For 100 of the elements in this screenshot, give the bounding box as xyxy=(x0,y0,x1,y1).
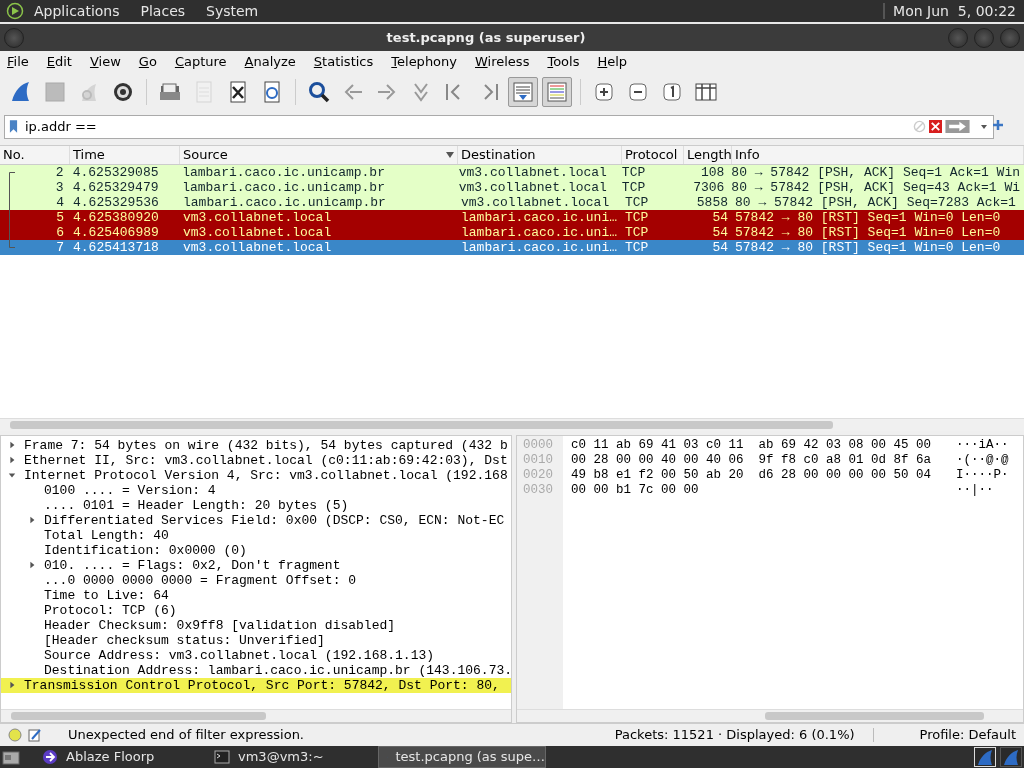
column-header[interactable]: Info xyxy=(732,145,1024,164)
tree-item[interactable]: Total Length: 40 xyxy=(1,527,511,543)
menu-item[interactable]: View xyxy=(87,54,123,70)
bookmark-icon[interactable] xyxy=(9,119,18,135)
stop-icon xyxy=(43,79,67,104)
table-cell-text: 7 xyxy=(55,239,65,255)
table-cell: 4.625380920 xyxy=(73,209,159,225)
menu-item[interactable]: Statistics xyxy=(311,54,376,70)
horizontal-scrollbar[interactable] xyxy=(0,417,1024,431)
column-header[interactable]: Length xyxy=(684,145,732,164)
ascii-bytes: ·(··@·@ xyxy=(956,452,1009,468)
table-cell: TCP xyxy=(625,224,649,240)
tree-item[interactable]: Identification: 0x0000 (0) xyxy=(1,542,511,558)
byte-offset: 0010 xyxy=(523,452,554,468)
table-cell: 80 → 57842 [PSH, ACK] Seq=43 Ack=1 Wi xyxy=(731,179,1020,195)
tree-item[interactable]: .... 0101 = Header Length: 20 bytes (5) xyxy=(1,497,511,513)
table-cell: lambari.caco.ic.unicamp.br xyxy=(183,194,386,210)
table-cell: lambari.caco.ic.uni… xyxy=(461,224,618,240)
hex-bytes: 00 28 00 00 40 00 40 06 9f f8 c0 a8 01 0d 8f 6a xyxy=(571,452,933,468)
expander-icon[interactable] xyxy=(8,681,16,690)
table-cell: 4.625329479 xyxy=(72,179,159,195)
tree-item[interactable]: Internet Protocol Version 4, Src: vm3.collabnet.local (192.168 xyxy=(1,467,511,483)
tree-item[interactable]: Frame 7: 54 bytes on wire (432 bits), 54 bytes captured (432 b xyxy=(1,437,511,453)
panel-menu[interactable]: Places xyxy=(140,3,186,20)
tree-item[interactable]: Protocol: TCP (6) xyxy=(1,602,511,618)
table-cell: 54 xyxy=(712,239,728,255)
table-cell: lambari.caco.ic.unicamp.br xyxy=(182,164,385,180)
column-header[interactable]: Source xyxy=(180,145,458,164)
tree-item[interactable]: [Header checksum status: Unverified] xyxy=(1,632,511,648)
menu-item[interactable]: Telephony xyxy=(389,54,459,70)
hex-bytes: 00 00 b1 7c 00 00 xyxy=(571,482,700,498)
panel-menu[interactable]: System xyxy=(206,3,259,20)
horizontal-scrollbar[interactable] xyxy=(1,708,511,722)
tree-item[interactable]: Destination Address: lambari.caco.ic.unicamp.br (143.106.73. xyxy=(1,662,511,678)
menu-item[interactable]: Edit xyxy=(44,54,74,70)
display-filter-field[interactable]: ip.addr == xyxy=(4,114,994,139)
table-cell: 57842 → 80 [RST] Seq=1 Win=0 Len=0 xyxy=(735,209,1001,225)
tree-item[interactable]: Ethernet II, Src: vm3.collabnet.local (c0:11:ab:69:42:03), Dst xyxy=(1,452,511,468)
column-header[interactable]: Destination xyxy=(458,145,622,164)
table-cell: 80 → 57842 [PSH, ACK] Seq=1 Ack=1 Win xyxy=(731,164,1020,180)
table-cell-text: 4 xyxy=(55,194,65,210)
column-header[interactable]: Protocol xyxy=(622,145,684,164)
column-header[interactable]: Time xyxy=(70,145,180,164)
tree-item[interactable]: Header Checksum: 0x9ff8 [validation disabled] xyxy=(1,617,511,633)
table-cell: 54 xyxy=(712,209,728,225)
add-filter-icon[interactable] xyxy=(992,118,1004,131)
table-cell: 80 → 57842 [PSH, ACK] Seq=7283 Ack=1 xyxy=(735,194,1016,210)
taskbar-button[interactable]: vm3@vm3:~ xyxy=(206,745,374,768)
menu-item[interactable]: Tools xyxy=(545,54,582,70)
table-cell-text: 6 xyxy=(55,224,65,240)
menu-logo-icon[interactable] xyxy=(6,2,24,21)
table-cell: lambari.caco.ic.unicamp.br xyxy=(182,179,385,195)
table-cell: 57842 → 80 [RST] Seq=1 Win=0 Len=0 xyxy=(735,239,1001,255)
table-cell: 54 xyxy=(712,224,728,240)
table-cell: 4.625413718 xyxy=(73,239,159,255)
table-cell: 4.625406989 xyxy=(73,224,159,240)
table-cell: vm3.collabnet.local xyxy=(183,224,332,240)
table-cell: vm3.collabnet.local xyxy=(461,194,610,210)
horizontal-scrollbar[interactable] xyxy=(517,708,1023,722)
table-cell-text: 3 xyxy=(54,179,65,195)
table-cell: vm3.collabnet.local xyxy=(458,179,607,195)
tree-item[interactable]: Time to Live: 64 xyxy=(1,587,511,603)
table-cell: vm3.collabnet.local xyxy=(458,164,607,180)
window-title: test.pcapng (as superuser) xyxy=(385,30,587,45)
table-cell: TCP xyxy=(621,164,646,180)
browser-icon xyxy=(42,748,58,765)
menu-item[interactable]: Wireless xyxy=(473,54,532,70)
search-icon xyxy=(307,79,331,104)
status-led-icon[interactable] xyxy=(8,727,22,742)
menu-item[interactable]: Help xyxy=(595,54,630,70)
display-filter-input[interactable]: ip.addr == xyxy=(21,119,910,135)
taskbar-button[interactable]: Ablaze Floorp xyxy=(34,745,202,768)
table-cell: TCP xyxy=(625,194,649,210)
tree-item[interactable]: Differentiated Services Field: 0x00 (DSCP: CS0, ECN: Not-EC xyxy=(1,512,511,528)
edit-comment-icon[interactable] xyxy=(28,727,42,742)
expander-icon[interactable] xyxy=(28,561,36,570)
tree-item[interactable]: Transmission Control Protocol, Src Port: 57842, Dst Port: 80, xyxy=(1,677,511,693)
tree-item[interactable]: 0100 .... = Version: 4 xyxy=(1,482,511,498)
tree-item[interactable]: Source Address: vm3.collabnet.local (192.168.1.13) xyxy=(1,647,511,663)
hex-bytes: c0 11 ab 69 41 03 c0 11 ab 69 42 03 08 00 45 00 xyxy=(571,437,933,453)
tree-item[interactable]: 010. .... = Flags: 0x2, Don't fragment xyxy=(1,557,511,573)
profile-label[interactable]: Profile: Default xyxy=(919,727,1016,743)
tree-item[interactable]: ...0 0000 0000 0000 = Fragment Offset: 0 xyxy=(1,572,511,588)
menu-item[interactable]: Capture xyxy=(172,54,229,70)
expander-icon[interactable] xyxy=(28,516,36,525)
ascii-bytes: ···iA·· xyxy=(956,437,1009,453)
ascii-bytes: I····P· xyxy=(956,467,1009,483)
panel-menu[interactable]: Applications xyxy=(34,3,120,20)
terminal-icon xyxy=(214,748,230,765)
taskbar-button[interactable]: test.pcapng (as supe… xyxy=(378,745,546,768)
menu-item[interactable]: Go xyxy=(136,54,159,70)
packet-count: Packets: 11521 · Displayed: 6 (0.1%) xyxy=(614,727,855,743)
table-cell: lambari.caco.ic.uni… xyxy=(461,239,618,255)
menu-item[interactable]: File xyxy=(5,54,31,70)
column-header[interactable]: No. xyxy=(0,145,70,164)
table-cell: 7306 xyxy=(693,179,725,195)
menu-item[interactable]: Analyze xyxy=(242,54,298,70)
table-cell-text: 2 xyxy=(54,164,65,180)
autoscroll-icon xyxy=(511,79,535,104)
table-cell: TCP xyxy=(625,239,649,255)
